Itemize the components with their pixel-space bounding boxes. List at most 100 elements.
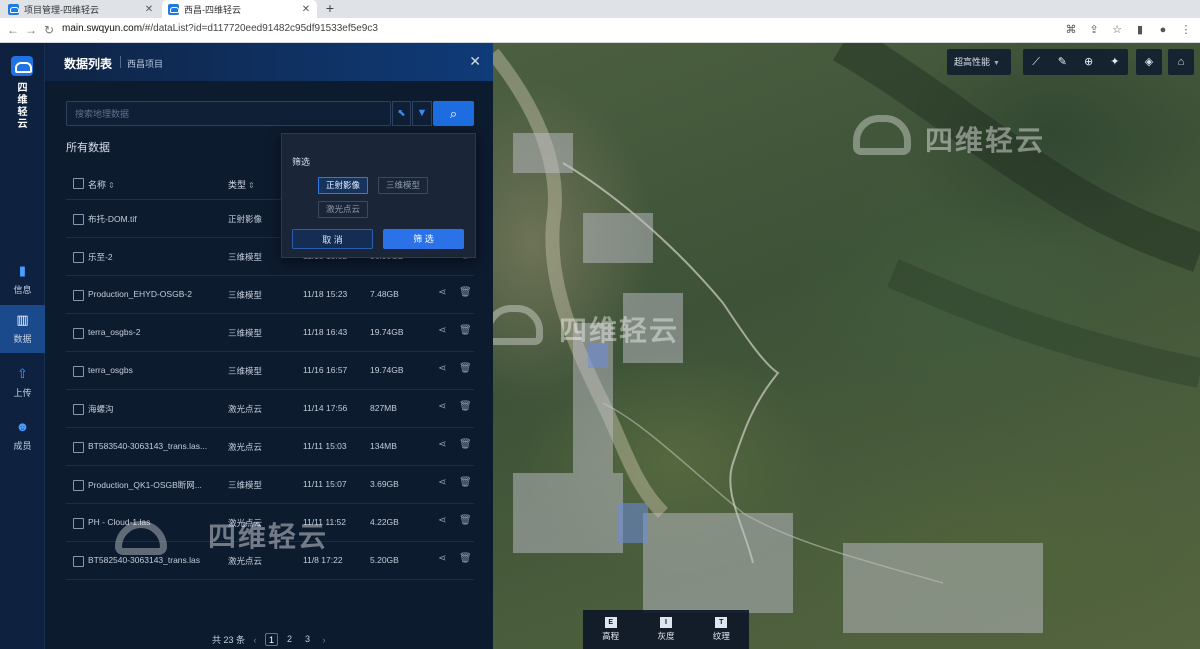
app: 四 维 轻 云 ▮ 信息 ▥ 数据 ⇧ 上传 ☻ 成员 数据列表 西昌项目 ✕	[0, 43, 1200, 649]
row-checkbox[interactable]	[73, 214, 84, 225]
share-icon[interactable]: ⇪	[1086, 22, 1102, 38]
cloud-logo-icon	[11, 56, 33, 76]
close-icon[interactable]: ✕	[301, 4, 311, 15]
delete-icon[interactable]: 🗑	[459, 477, 472, 488]
row-type: 三维模型	[228, 366, 263, 376]
filter-option-point-cloud[interactable]: 激光点云	[318, 201, 369, 218]
table-row[interactable]: Production_QK1-OSGB断网... 三维模型 11/11 15:0…	[66, 466, 474, 504]
row-checkbox[interactable]	[73, 290, 84, 301]
share-icon[interactable]: ⋖	[438, 325, 446, 336]
grayscale-button[interactable]: I 灰度	[657, 617, 675, 642]
forward-arrow-icon[interactable]: →	[24, 22, 38, 38]
globe-icon[interactable]: ⊕	[1081, 54, 1097, 70]
filter-option-3d-model[interactable]: 三维模型	[378, 177, 429, 194]
share-icon[interactable]: ⋖	[438, 477, 446, 488]
elevation-button[interactable]: E 高程	[602, 617, 619, 642]
url-field[interactable]: main.swqyun.com/#/dataList?id=d117720eed…	[62, 23, 378, 34]
column-name-header[interactable]: 名称 ⇕	[88, 178, 115, 191]
browser-tab-xichang[interactable]: 西昌-四维轻云 ✕	[162, 0, 317, 18]
share-icon[interactable]: ⋖	[438, 515, 446, 526]
row-checkbox[interactable]	[73, 480, 84, 491]
draw-icon[interactable]: ✎	[1054, 54, 1070, 70]
new-tab-plus-icon[interactable]: +	[322, 0, 338, 18]
table-row[interactable]: terra_osgbs-2 三维模型 11/18 16:43 19.74GB ⋖…	[66, 314, 474, 352]
map-viewport[interactable]: 四维轻云 四维轻云 超高性能 ▼ ⟋ ✎ ⊕ ✦ ◈ ⌂ E 高程 I 灰度 T …	[493, 43, 1200, 649]
delete-icon[interactable]: 🗑	[459, 363, 472, 374]
row-date: 11/16 16:57	[303, 365, 348, 375]
next-page-icon[interactable]: ›	[319, 635, 329, 645]
reload-icon[interactable]: ↻	[42, 22, 56, 38]
data-icon: ▥	[16, 312, 29, 327]
share-icon[interactable]: ⋖	[438, 287, 446, 298]
search-button[interactable]: ⌕	[433, 101, 474, 126]
watermark-text: 四维轻云	[208, 521, 329, 552]
tab-title: 西昌-四维轻云	[184, 4, 241, 15]
table-row[interactable]: Production_EHYD-OSGB-2 三维模型 11/18 15:23 …	[66, 276, 474, 314]
cancel-button[interactable]: 取 消	[292, 229, 373, 249]
row-checkbox[interactable]	[73, 518, 84, 529]
sidebar-item-info[interactable]: ▮ 信息	[0, 256, 45, 304]
page-2[interactable]: 2	[283, 633, 296, 646]
select-all-checkbox[interactable]	[73, 178, 84, 189]
menu-dots-icon[interactable]: ⋮	[1178, 22, 1194, 38]
table-row[interactable]: terra_osgbs 三维模型 11/16 16:57 19.74GB ⋖ 🗑	[66, 352, 474, 390]
sidebar-icon[interactable]: ▮	[1132, 22, 1148, 38]
tools-icon[interactable]: ✦	[1107, 54, 1123, 70]
grayscale-icon: I	[659, 617, 672, 628]
row-type: 正射影像	[228, 214, 263, 224]
filter-option-orthophoto[interactable]: 正射影像	[318, 177, 369, 194]
search-input[interactable]	[67, 102, 390, 125]
row-date: 11/11 15:07	[303, 479, 347, 489]
performance-select[interactable]: 超高性能 ▼	[947, 49, 1011, 75]
row-name: 布托-DOM.tif	[88, 214, 137, 224]
column-type-header[interactable]: 类型 ⇕	[228, 178, 255, 191]
row-type: 激光点云	[228, 404, 263, 414]
layers-icon[interactable]: ◈	[1136, 49, 1162, 75]
delete-icon[interactable]: 🗑	[459, 325, 472, 336]
delete-icon[interactable]: 🗑	[459, 439, 472, 450]
table-row[interactable]: BT583540-3063143_trans.las... 激光点云 11/11…	[66, 428, 474, 466]
page-3[interactable]: 3	[301, 633, 314, 646]
sidebar-item-data[interactable]: ▥ 数据	[0, 305, 45, 353]
delete-icon[interactable]: 🗑	[459, 287, 472, 298]
translate-icon[interactable]: ⌘	[1063, 22, 1079, 38]
texture-button[interactable]: T 纹理	[713, 617, 730, 642]
profile-icon[interactable]: ●	[1155, 22, 1171, 38]
row-checkbox[interactable]	[73, 404, 84, 415]
star-icon[interactable]: ☆	[1109, 22, 1125, 38]
upload-icon: ⇧	[17, 366, 28, 381]
back-arrow-icon[interactable]: ←	[6, 22, 20, 38]
row-size: 4.22GB	[370, 517, 399, 527]
share-icon[interactable]: ⋖	[438, 553, 446, 564]
render-mode-bar: E 高程 I 灰度 T 纹理	[583, 610, 749, 649]
row-checkbox[interactable]	[73, 328, 84, 339]
delete-icon[interactable]: 🗑	[459, 515, 472, 526]
sidebar-item-members[interactable]: ☻ 成员	[0, 412, 45, 460]
sort-icon: ⇕	[248, 181, 255, 190]
row-checkbox[interactable]	[73, 366, 84, 377]
pick-cursor-icon[interactable]: ⬉	[392, 101, 411, 126]
map-tools: ⟋ ✎ ⊕ ✦	[1023, 49, 1128, 75]
row-name: BT582540-3063143_trans.las	[88, 555, 200, 565]
close-icon[interactable]: ✕	[144, 4, 154, 15]
sidebar-item-upload[interactable]: ⇧ 上传	[0, 359, 45, 407]
share-icon[interactable]: ⋖	[438, 439, 446, 450]
delete-icon[interactable]: 🗑	[459, 553, 472, 564]
share-icon[interactable]: ⋖	[438, 401, 446, 412]
apply-filter-button[interactable]: 筛 选	[383, 229, 464, 249]
page-1[interactable]: 1	[265, 633, 279, 646]
filter-icon[interactable]: ▼	[412, 101, 432, 126]
delete-icon[interactable]: 🗑	[459, 401, 472, 412]
measure-icon[interactable]: ⟋	[1028, 54, 1044, 70]
browser-tab-project[interactable]: 项目管理-四维轻云 ✕	[2, 0, 160, 18]
row-name: terra_osgbs	[88, 365, 133, 375]
more-icon[interactable]: ⌂	[1168, 49, 1194, 75]
row-checkbox[interactable]	[73, 252, 84, 263]
row-checkbox[interactable]	[73, 556, 84, 567]
table-row[interactable]: 海螺沟 激光点云 11/14 17:56 827MB ⋖ 🗑	[66, 390, 474, 428]
close-icon[interactable]: ✕	[469, 53, 481, 70]
row-checkbox[interactable]	[73, 442, 84, 453]
info-icon: ▮	[18, 263, 27, 278]
prev-page-icon[interactable]: ‹	[250, 635, 260, 645]
share-icon[interactable]: ⋖	[438, 363, 446, 374]
